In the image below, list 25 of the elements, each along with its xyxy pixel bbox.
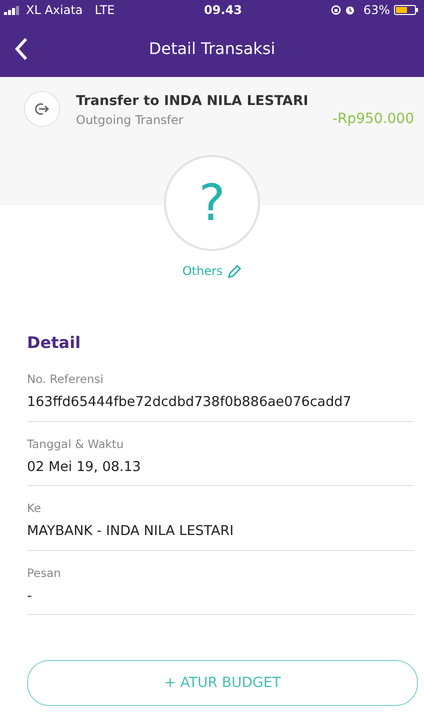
field-label: No. Referensi [27, 371, 104, 388]
field-value: 02 Mei 19, 08.13 [27, 458, 142, 477]
network-type: LTE [94, 2, 115, 19]
clock-time: 09.43 [204, 2, 242, 19]
category-label: Others [182, 263, 223, 280]
battery-icon [394, 5, 418, 15]
back-button[interactable] [14, 36, 28, 61]
field-value: MAYBANK - INDA NILA LESTARI [27, 522, 235, 542]
transaction-title: Transfer to INDA NILA LESTARI [76, 92, 310, 111]
alarm-icon [345, 5, 356, 15]
screen-title: Detail Transaksi [148, 38, 276, 60]
carrier-name: XL Axiata [26, 2, 83, 19]
rotation-lock-icon [331, 5, 342, 15]
section-heading: Detail [27, 332, 82, 354]
battery-percent: 63% [363, 2, 390, 19]
signal-icon [4, 6, 22, 14]
field-label: Pesan [27, 564, 62, 582]
set-budget-button[interactable]: + ATUR BUDGET [27, 660, 418, 706]
field-value: - [27, 586, 33, 606]
transfer-out-icon [24, 91, 60, 127]
field-label: Tanggal & Waktu [27, 436, 125, 452]
field-label: Ke [27, 500, 42, 517]
field-value: 163ffd65444fbe72dcdbd738f0b886ae076cadd7 [27, 393, 352, 412]
transaction-amount: -Rp950.000 [332, 110, 414, 129]
transaction-type: Outgoing Transfer [76, 112, 184, 130]
